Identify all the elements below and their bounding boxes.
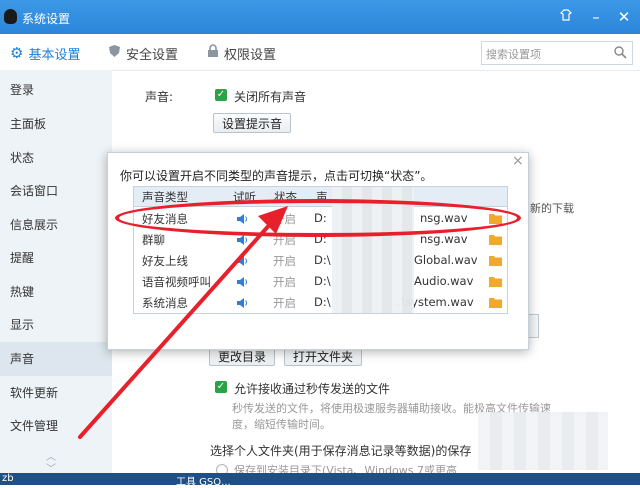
sound-dialog: 你可以设置开启不同类型的声音提示，点击可切换“状态”。 × 声音类型 试听 状态… (107, 152, 529, 350)
search-icon[interactable] (613, 45, 627, 62)
row-type: 群聊 (142, 233, 165, 247)
speaker-icon[interactable] (237, 255, 248, 270)
row-file: Audio.wav (414, 274, 474, 288)
tab-basic-settings[interactable]: ⚙ 基本设置 (10, 44, 81, 63)
sidebar-item-software-update[interactable]: 软件更新 (0, 376, 112, 410)
dialog-message: 你可以设置开启不同类型的声音提示，点击可切换“状态”。 (120, 169, 433, 183)
annotation-ellipse (115, 199, 521, 237)
sound-label: 声音: (145, 90, 174, 104)
row-state[interactable]: 开启 (273, 295, 296, 311)
row-file: nsg.wav (420, 232, 468, 246)
taskbar-left-label: zb (2, 473, 14, 484)
allow-transfer-label: 允许接收通过秒传发送的文件 (234, 382, 391, 396)
tab-label: 基本设置 (28, 47, 81, 63)
sidebar-item-display[interactable]: 显示 (0, 308, 112, 342)
gear-icon: ⚙ (10, 44, 24, 62)
title-bar: 系统设置 – ✕ (0, 0, 640, 34)
sidebar-item-chat-window[interactable]: 会话窗口 (0, 174, 112, 208)
speaker-icon[interactable] (237, 234, 248, 249)
skin-icon[interactable] (553, 4, 579, 30)
mute-all-checkbox[interactable]: ✓ (215, 89, 227, 101)
sidebar-item-info-display[interactable]: 信息展示 (0, 208, 112, 242)
row-type: 系统消息 (142, 296, 188, 310)
mute-all-label: 关闭所有声音 (234, 90, 307, 104)
column-header-type: 声音类型 (142, 190, 188, 204)
row-state[interactable]: 开启 (273, 274, 296, 290)
top-nav: ⚙ 基本设置 安全设置 权限设置 搜索设置项 (0, 34, 640, 71)
row-path: D:\ (314, 253, 331, 267)
app-logo-icon (4, 9, 17, 24)
row-type: 好友上线 (142, 254, 188, 268)
search-placeholder: 搜索设置项 (486, 48, 541, 61)
sidebar-item-status[interactable]: 状态 (0, 141, 112, 175)
sidebar: 登录 主面板 状态 会话窗口 信息展示 提醒 热键 显示 声音 软件更新 文件管… (0, 70, 112, 485)
tab-label: 安全设置 (126, 47, 179, 63)
table-row[interactable]: 好友上线 开启 D:\ Global.wav (134, 250, 507, 271)
row-type: 语音视频呼叫 (142, 275, 211, 289)
minimize-button[interactable]: – (583, 4, 609, 30)
window-title: 系统设置 (22, 12, 71, 26)
row-path: D:\ (314, 274, 331, 288)
table-row[interactable]: 语音视频呼叫 开启 D:\ Audio.wav (134, 271, 507, 292)
close-button[interactable]: ✕ (611, 4, 637, 30)
sidebar-item-hotkeys[interactable]: 热键 (0, 275, 112, 309)
sidebar-item-reminders[interactable]: 提醒 (0, 241, 112, 275)
search-input[interactable]: 搜索设置项 (481, 41, 633, 65)
shield-icon (108, 44, 121, 62)
row-state[interactable]: 开启 (273, 253, 296, 269)
tab-permission-settings[interactable]: 权限设置 (207, 44, 277, 63)
sidebar-item-sound[interactable]: 声音 (0, 342, 112, 376)
sidebar-item-main-panel[interactable]: 主面板 (0, 107, 112, 141)
tab-security-settings[interactable]: 安全设置 (108, 44, 179, 63)
blurred-area (478, 412, 608, 470)
set-sound-button[interactable]: 设置提示音 (213, 113, 292, 133)
speaker-icon[interactable] (237, 297, 248, 312)
folder-icon[interactable] (489, 276, 502, 290)
speaker-icon[interactable] (237, 276, 248, 291)
taskbar: zb 工具 GSQ... (0, 473, 640, 488)
row-file: Global.wav (414, 253, 478, 267)
partial-text: 新的下载 (530, 202, 574, 215)
personal-folder-label: 选择个人文件夹(用于保存消息记录等数据)的保存 (210, 444, 472, 458)
sidebar-item-login[interactable]: 登录 (0, 73, 112, 107)
tab-label: 权限设置 (224, 47, 277, 63)
sidebar-item-file-management[interactable]: 文件管理 (0, 409, 112, 443)
lock-icon (207, 44, 219, 62)
folder-icon[interactable] (489, 255, 502, 269)
folder-icon[interactable] (489, 297, 502, 311)
allow-transfer-checkbox[interactable]: ✓ (215, 381, 227, 393)
transfer-description-line2: 度，缩短传输时间。 (232, 418, 331, 431)
taskbar-item[interactable]: 工具 GSQ... (176, 473, 231, 488)
table-row[interactable]: 系统消息 开启 D:\ ..\system.wav (134, 292, 507, 313)
folder-icon[interactable] (489, 234, 502, 248)
dialog-close-icon[interactable]: × (512, 153, 524, 169)
row-path: D:\ (314, 295, 331, 309)
